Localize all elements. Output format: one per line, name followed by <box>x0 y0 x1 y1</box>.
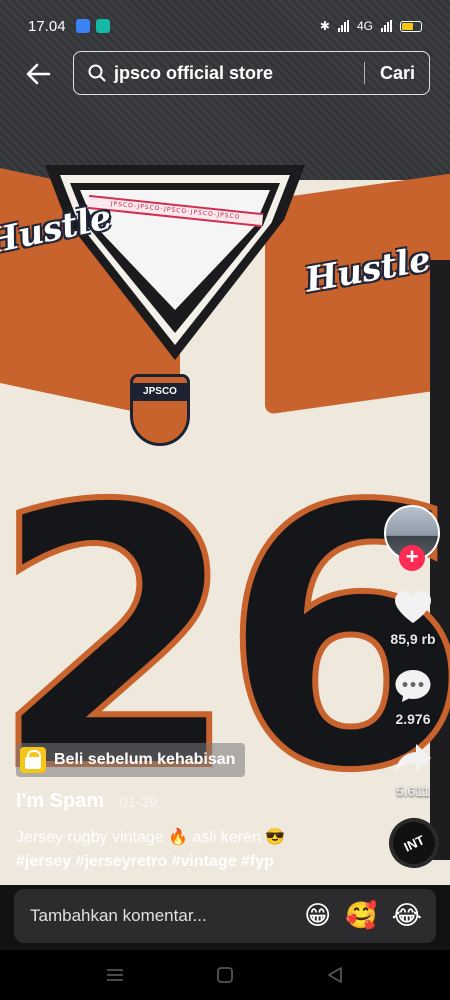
signal-icon <box>381 20 392 32</box>
comment-placeholder: Tambahkan komentar... <box>30 906 207 925</box>
signal-icon <box>337 20 349 32</box>
home-button[interactable] <box>205 955 245 995</box>
like-button[interactable]: 85,9 rb <box>385 590 441 647</box>
emoji-grin-button[interactable]: 😁 <box>304 901 331 931</box>
system-back-button[interactable] <box>315 955 355 995</box>
jersey-right-shoulder <box>265 170 450 415</box>
square-icon <box>217 967 233 983</box>
author-line: I'm Spam · 01-29 <box>16 790 158 813</box>
shop-banner[interactable]: Beli sebelum kehabisan <box>16 743 246 777</box>
menu-lines-icon <box>107 969 123 981</box>
comment-button[interactable]: 2.976 <box>385 668 441 727</box>
back-button[interactable] <box>20 56 56 92</box>
author-name[interactable]: I'm Spam <box>16 790 104 813</box>
triangle-back-icon <box>328 967 342 983</box>
post-date: · 01-29 <box>110 794 158 811</box>
status-indicators: ✱ 4G <box>320 19 422 33</box>
search-input[interactable]: jpsco official store Cari <box>73 51 430 95</box>
share-button[interactable]: 5.611 <box>385 742 441 799</box>
comment-input[interactable]: Tambahkan komentar... 😁 🥰 😂 <box>14 889 436 943</box>
music-disc-label: INT <box>401 831 427 855</box>
hashtags[interactable]: #jersey #jerseyretro #vintage #fyp <box>16 850 376 874</box>
comment-count: 2.976 <box>395 711 431 727</box>
status-time: 17.04 <box>28 17 66 35</box>
status-bar: 17.04 ✱ 4G <box>0 0 450 52</box>
caption: Jersey rugby vintage 🔥 asli keren 😎 #jer… <box>16 826 376 874</box>
like-count: 85,9 rb <box>390 631 436 647</box>
notification-app-icon <box>75 19 90 33</box>
heart-icon <box>395 591 431 623</box>
badge-text: JPSCO <box>133 383 187 401</box>
battery-icon <box>400 20 422 32</box>
follow-button[interactable]: + <box>399 545 425 571</box>
comment-bubble-icon <box>395 670 431 702</box>
recents-button[interactable] <box>95 955 135 995</box>
search-query[interactable]: jpsco official store <box>114 63 364 84</box>
system-nav-bar <box>0 950 450 1000</box>
notification-app-icon <box>95 19 110 33</box>
shopping-bag-icon <box>20 747 46 773</box>
shop-banner-text: Beli sebelum kehabisan <box>54 751 236 768</box>
network-type: 4G <box>356 19 373 33</box>
share-count: 5.611 <box>395 783 431 799</box>
emoji-laugh-button[interactable]: 😂 <box>392 901 422 931</box>
search-submit-button[interactable]: Cari <box>365 63 429 84</box>
comment-bar: Tambahkan komentar... 😁 🥰 😂 <box>0 885 450 950</box>
search-icon <box>88 64 106 82</box>
arrow-left-icon <box>26 63 51 85</box>
caption-text: Jersey rugby vintage 🔥 asli keren 😎 <box>16 829 286 846</box>
bluetooth-icon: ✱ <box>319 19 330 33</box>
share-arrow-icon <box>395 744 431 774</box>
emoji-love-button[interactable]: 🥰 <box>345 901 377 931</box>
